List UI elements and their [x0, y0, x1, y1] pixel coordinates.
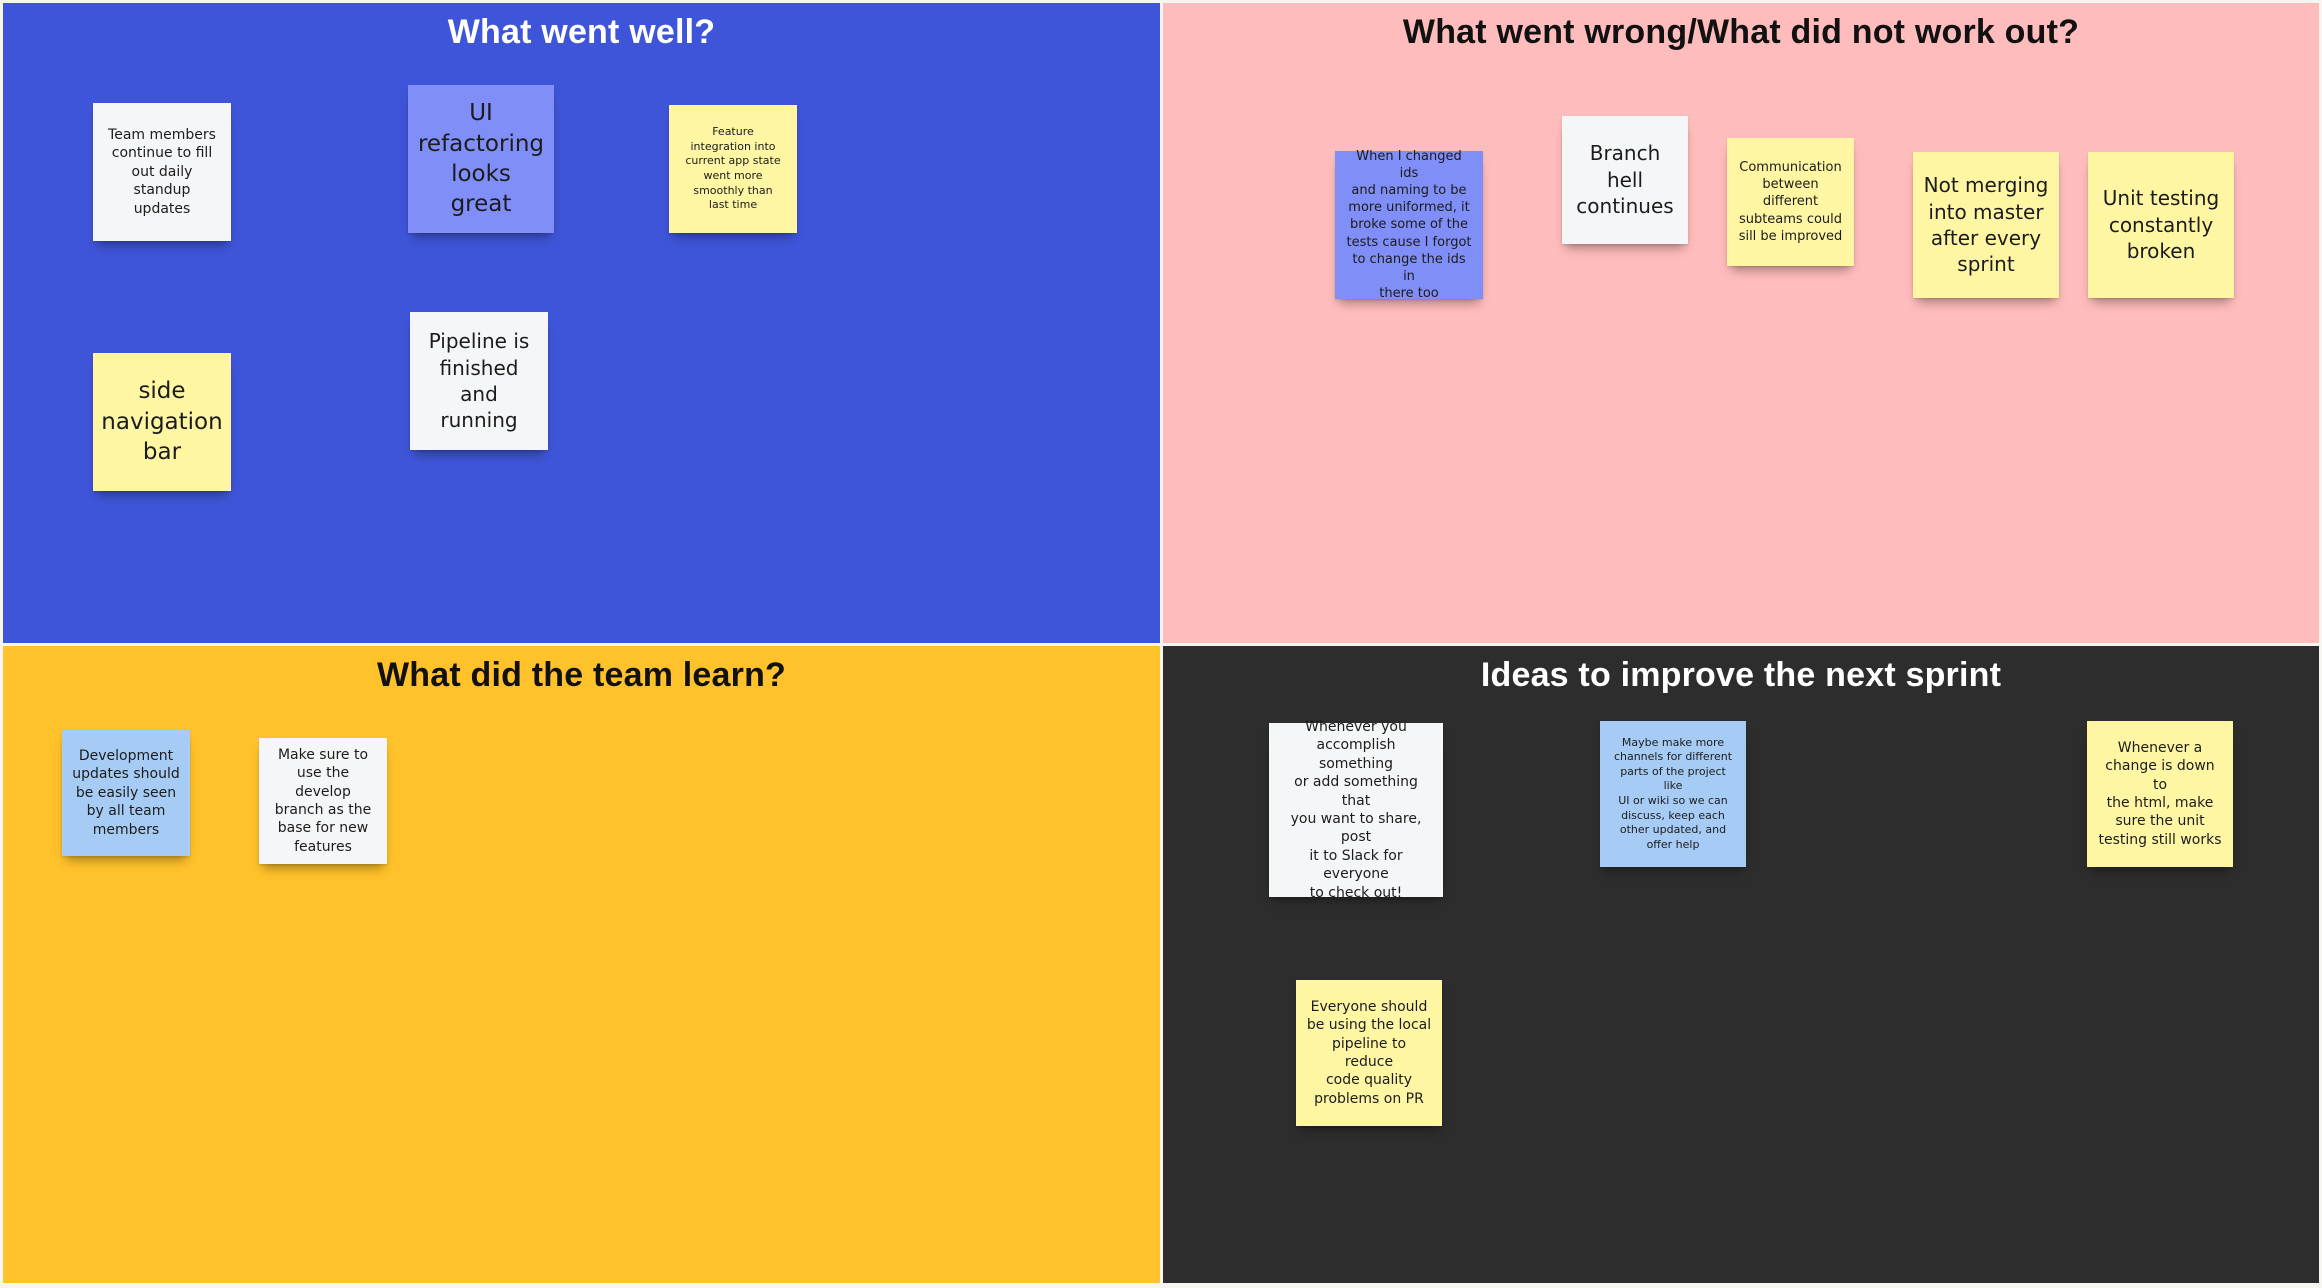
- sticky-note-text: Everyone should be using the local pipel…: [1306, 998, 1432, 1107]
- sticky-note[interactable]: Maybe make more channels for different p…: [1600, 721, 1746, 867]
- sticky-note[interactable]: Not merging into master after every spri…: [1913, 152, 2059, 298]
- sticky-note[interactable]: Feature integration into current app sta…: [669, 105, 797, 233]
- sticky-note[interactable]: Team members continue to fill out daily …: [93, 103, 231, 241]
- sticky-note-text: Whenever you accomplish something or add…: [1290, 718, 1422, 901]
- sticky-note-text: side navigation bar: [101, 378, 223, 466]
- section-went-wrong: What went wrong/What did not work out? W…: [1163, 3, 2319, 643]
- sticky-note[interactable]: UI refactoring looks great: [408, 85, 554, 233]
- sticky-note[interactable]: Make sure to use the develop branch as t…: [259, 738, 387, 864]
- sticky-note-text: Whenever a change is down to the html, m…: [2098, 739, 2222, 848]
- sticky-note-text: When I changed ids and naming to be more…: [1346, 148, 1472, 302]
- section-title-team-learned: What did the team learn?: [376, 656, 787, 694]
- section-title-went-wrong: What went wrong/What did not work out?: [1402, 13, 2080, 51]
- sticky-note-text: UI refactoring looks great: [417, 100, 545, 218]
- sticky-note[interactable]: When I changed ids and naming to be more…: [1335, 148, 1483, 302]
- sticky-note-text: Branch hell continues: [1576, 141, 1674, 219]
- section-title-went-well: What went well?: [447, 13, 716, 51]
- sticky-note[interactable]: Everyone should be using the local pipel…: [1296, 980, 1442, 1126]
- sticky-note[interactable]: Development updates should be easily see…: [62, 730, 190, 856]
- sticky-note-text: Not merging into master after every spri…: [1923, 173, 2049, 277]
- section-team-learned: What did the team learn? Development upd…: [3, 646, 1160, 1283]
- sticky-note-text: Pipeline is finished and running: [428, 329, 530, 433]
- section-ideas-improve: Ideas to improve the next sprint Wheneve…: [1163, 646, 2319, 1283]
- sticky-note-text: Development updates should be easily see…: [72, 747, 180, 838]
- sticky-note-text: Feature integration into current app sta…: [685, 125, 781, 212]
- retrospective-board: What went well? Team members continue to…: [0, 0, 2322, 1288]
- sticky-note[interactable]: Branch hell continues: [1562, 116, 1688, 244]
- sticky-note-text: Make sure to use the develop branch as t…: [274, 746, 372, 855]
- sticky-note[interactable]: Whenever you accomplish something or add…: [1269, 719, 1443, 901]
- sticky-note[interactable]: Communication between different subteams…: [1727, 138, 1854, 266]
- sticky-note[interactable]: Whenever a change is down to the html, m…: [2087, 721, 2233, 867]
- sticky-note[interactable]: Pipeline is finished and running: [410, 312, 548, 450]
- sticky-note[interactable]: side navigation bar: [93, 353, 231, 491]
- sticky-note-text: Maybe make more channels for different p…: [1613, 735, 1733, 851]
- section-went-well: What went well? Team members continue to…: [3, 3, 1160, 643]
- sticky-note-text: Unit testing constantly broken: [2102, 186, 2220, 264]
- sticky-note-text: Communication between different subteams…: [1738, 160, 1843, 244]
- sticky-note[interactable]: Unit testing constantly broken: [2088, 152, 2234, 298]
- section-title-ideas-improve: Ideas to improve the next sprint: [1480, 656, 2002, 694]
- sticky-note-text: Team members continue to fill out daily …: [108, 126, 216, 217]
